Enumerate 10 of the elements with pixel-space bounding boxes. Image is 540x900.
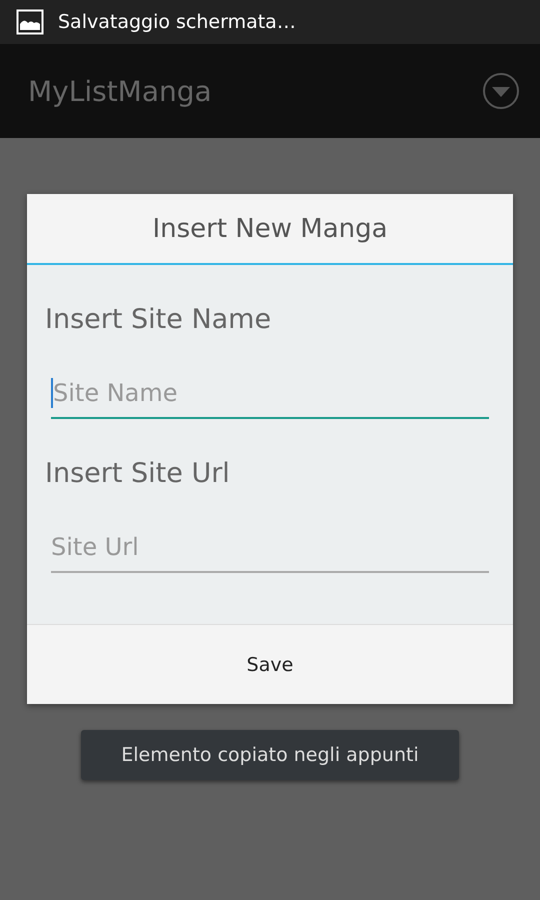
input-field[interactable]: Site Name (51, 369, 489, 419)
field-label: Insert Site Name (45, 302, 272, 336)
toast-message: Elemento copiato negli appunti (81, 730, 459, 780)
field-label: Insert Site Url (45, 456, 231, 490)
image-icon (16, 9, 44, 35)
app-title: MyListManga (28, 74, 212, 108)
save-button[interactable]: Save (27, 625, 513, 704)
dropdown-icon[interactable] (482, 72, 520, 110)
notification-text: Salvataggio schermata… (58, 11, 296, 33)
input-field[interactable]: Site Url (51, 523, 489, 573)
